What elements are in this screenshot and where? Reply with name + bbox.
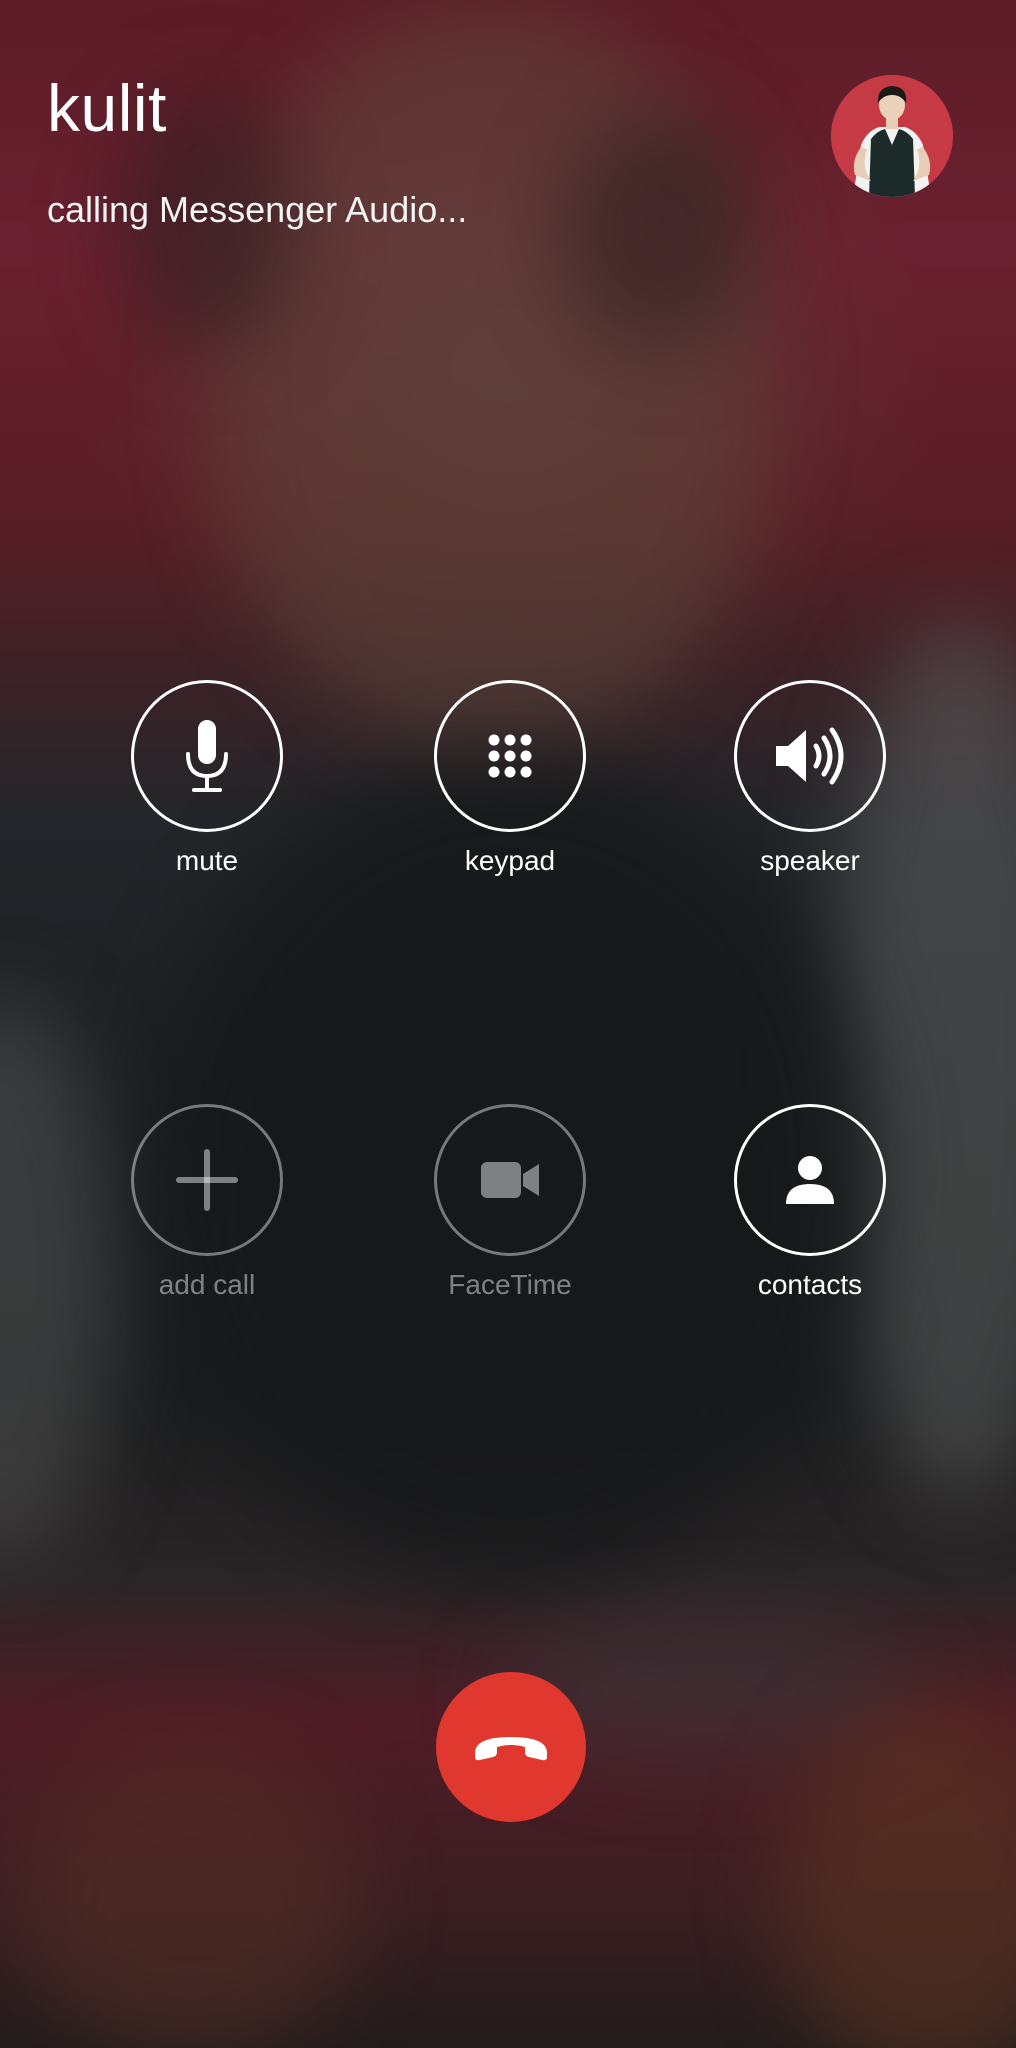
facetime-label: FaceTime (448, 1269, 572, 1300)
add-call-button[interactable] (131, 1104, 283, 1256)
contact-photo (831, 75, 953, 197)
plus-icon (176, 1149, 238, 1211)
keypad-icon (488, 734, 532, 778)
mute-button[interactable] (131, 680, 283, 832)
call-status: calling Messenger Audio... (47, 189, 468, 230)
caller-name: kulit (47, 71, 167, 145)
speaker-label: speaker (760, 845, 860, 876)
facetime-button[interactable] (434, 1104, 586, 1256)
video-camera-icon (481, 1162, 539, 1198)
keypad-label: keypad (464, 845, 556, 876)
contacts-button[interactable] (734, 1104, 886, 1256)
end-call-button[interactable] (436, 1672, 586, 1822)
person-icon (786, 1156, 834, 1204)
speaker-button[interactable] (734, 680, 886, 832)
microphone-icon (186, 720, 228, 792)
phone-hangup-icon (475, 1737, 547, 1761)
keypad-button[interactable] (434, 680, 586, 832)
speaker-icon (776, 727, 844, 785)
caller-avatar[interactable] (831, 75, 953, 197)
add-call-label: add call (158, 1269, 256, 1300)
contacts-label: contacts (757, 1269, 863, 1300)
mute-label: mute (175, 845, 239, 876)
